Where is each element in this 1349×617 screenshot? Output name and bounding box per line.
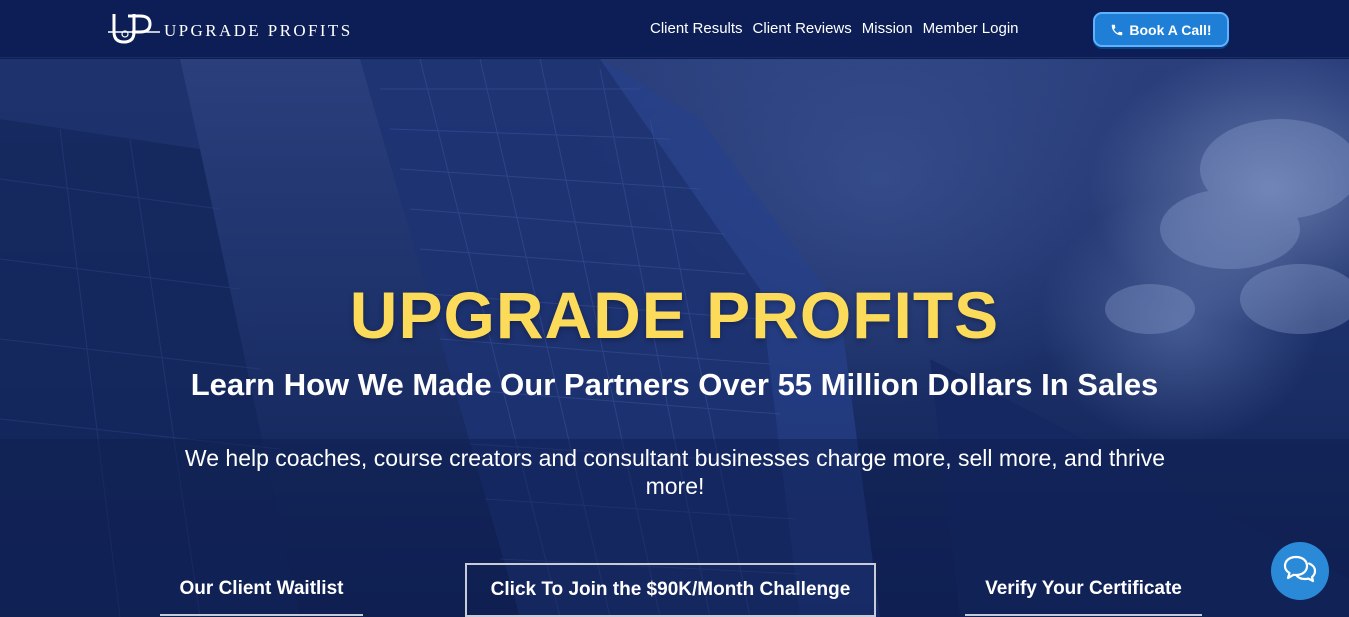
hero-title: UPGRADE PROFITS [349, 278, 1000, 352]
brand-logo[interactable]: UPGRADE PROFITS [108, 12, 353, 46]
main-nav: Client Results Client Reviews Mission Me… [650, 20, 1019, 37]
join-challenge-button[interactable]: Click To Join the $90K/Month Challenge [465, 563, 876, 617]
nav-member-login[interactable]: Member Login [923, 20, 1019, 37]
client-waitlist-link[interactable]: Our Client Waitlist [160, 564, 363, 616]
nav-mission[interactable]: Mission [862, 20, 913, 37]
hero-description: We help coaches, course creators and con… [184, 445, 1166, 499]
site-header: UPGRADE PROFITS Client Results Client Re… [0, 0, 1349, 58]
verify-certificate-link[interactable]: Verify Your Certificate [965, 564, 1202, 616]
brand-name: UPGRADE PROFITS [164, 21, 353, 40]
book-a-call-button[interactable]: Book A Call! [1093, 12, 1229, 47]
up-monogram-icon [108, 12, 160, 46]
nav-client-results[interactable]: Client Results [650, 20, 743, 37]
phone-icon [1110, 23, 1124, 37]
chat-widget-button[interactable] [1271, 542, 1329, 600]
book-a-call-label: Book A Call! [1129, 21, 1212, 38]
hero-section: UPGRADE PROFITS Learn How We Made Our Pa… [0, 59, 1349, 617]
chat-bubbles-icon [1283, 554, 1317, 589]
nav-client-reviews[interactable]: Client Reviews [753, 20, 852, 37]
hero-subtitle: Learn How We Made Our Partners Over 55 M… [190, 367, 1159, 402]
